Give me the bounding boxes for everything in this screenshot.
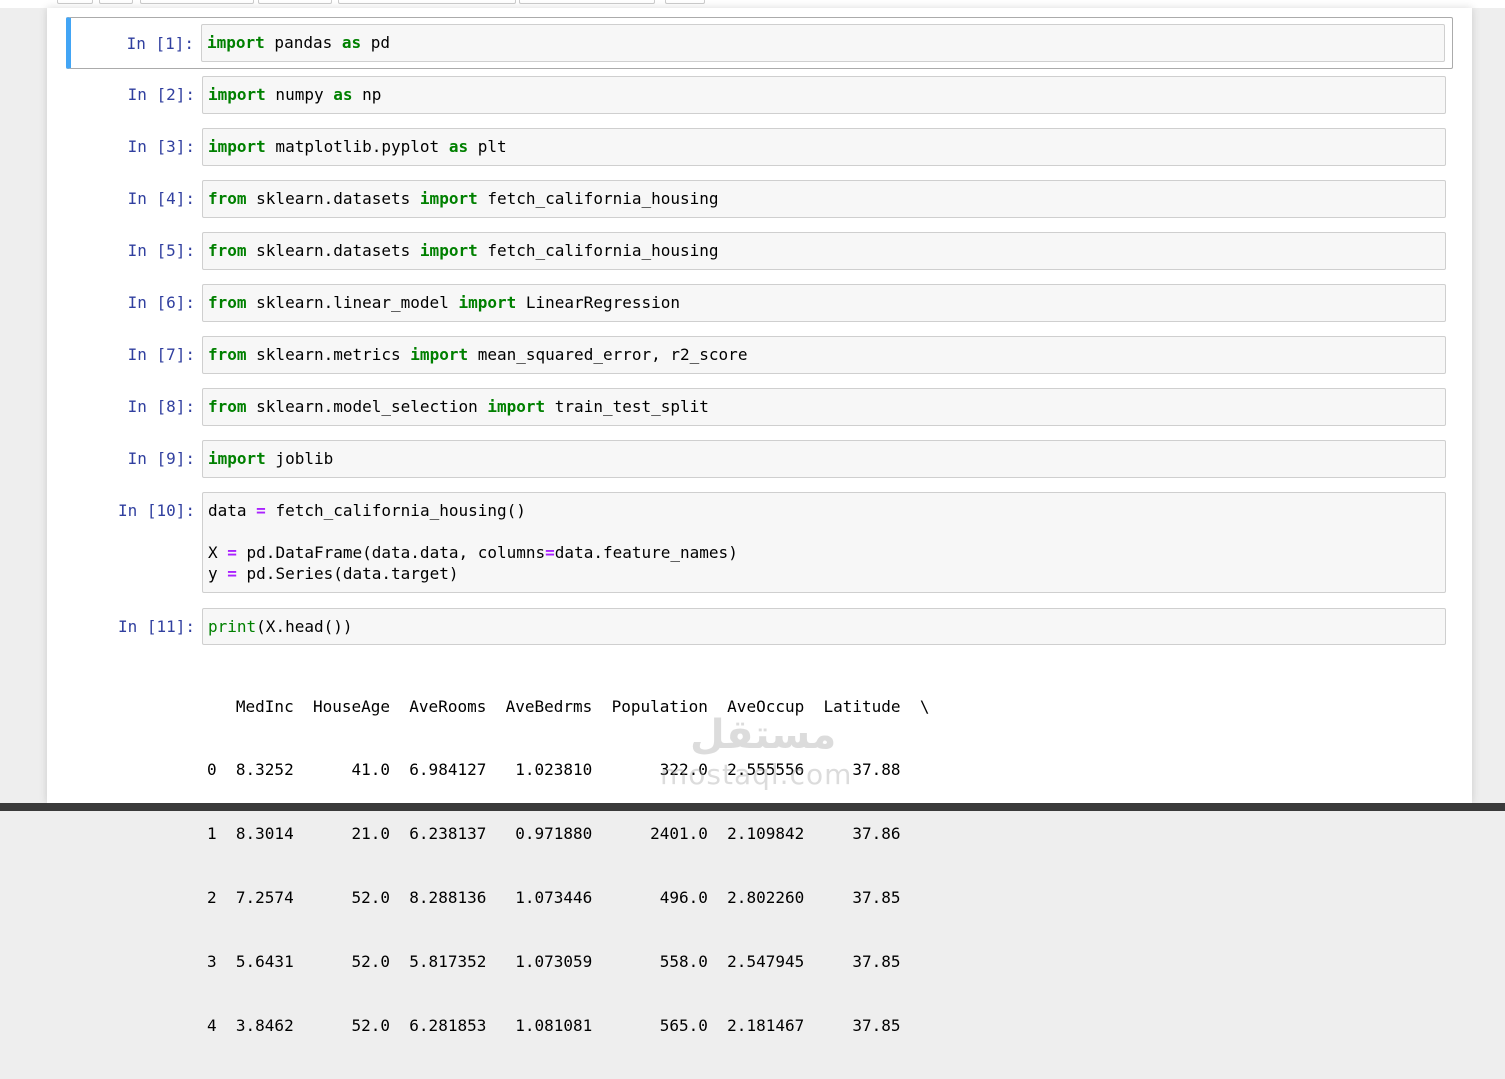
code-input[interactable]: from sklearn.linear_model import LinearR…	[202, 284, 1446, 322]
code-cell[interactable]: In [7]: from sklearn.metrics import mean…	[67, 336, 1452, 376]
code-text: plt	[468, 137, 507, 156]
code-keyword: import	[208, 137, 266, 156]
code-input[interactable]: from sklearn.datasets import fetch_calif…	[202, 232, 1446, 270]
code-text: pd.Series(data.target)	[236, 564, 459, 583]
watermark-arabic-text: مستقل	[690, 712, 837, 758]
code-keyword: import	[208, 85, 266, 104]
code-operator: =	[227, 564, 237, 583]
code-keyword: as	[448, 137, 469, 156]
code-text: pd.DataFrame(data.data, columns	[236, 543, 546, 562]
mostaql-watermark: مستقل mostaql.com	[660, 712, 853, 794]
code-text: sklearn.linear_model	[246, 293, 459, 312]
output-row: 4 3.8462 52.0 6.281853 1.081081 565.0 2.…	[207, 1016, 901, 1036]
code-keyword: import	[419, 241, 478, 260]
output-row: 2 7.2574 52.0 8.288136 1.073446 496.0 2.…	[207, 888, 901, 908]
cell-prompt: In [9]:	[127, 449, 195, 468]
code-input[interactable]: import numpy as np	[202, 76, 1446, 114]
toolbar-button[interactable]	[665, 0, 705, 4]
code-cell[interactable]: In [6]: from sklearn.linear_model import…	[67, 284, 1452, 324]
code-text: fetch_california_housing	[477, 189, 719, 208]
code-text: (X.head())	[256, 617, 353, 636]
code-cell[interactable]: In [5]: from sklearn.datasets import fet…	[67, 232, 1452, 272]
code-operator: =	[545, 543, 555, 562]
code-cell[interactable]: In [8]: from sklearn.model_selection imp…	[67, 388, 1452, 428]
toolbar-button[interactable]	[57, 0, 93, 4]
code-operator: =	[256, 501, 266, 520]
code-text: mean_squared_error, r2_score	[468, 345, 748, 364]
code-input[interactable]: from sklearn.model_selection import trai…	[202, 388, 1446, 426]
output-row: 1 8.3014 21.0 6.238137 0.971880 2401.0 2…	[207, 824, 901, 844]
code-input[interactable]: data = fetch_california_housing() X = pd…	[202, 492, 1446, 593]
toolbar-button-group[interactable]	[258, 0, 332, 4]
output-row: 3 5.6431 52.0 5.817352 1.073059 558.0 2.…	[207, 952, 901, 972]
code-cell[interactable]: In [3]: import matplotlib.pyplot as plt	[67, 128, 1452, 168]
code-text: train_test_split	[545, 397, 709, 416]
code-text: sklearn.model_selection	[246, 397, 488, 416]
cell-prompt: In [6]:	[127, 293, 195, 312]
toolbar-button[interactable]	[99, 0, 133, 4]
code-keyword: from	[208, 293, 247, 312]
code-input[interactable]: import pandas as pd	[201, 24, 1445, 62]
code-input[interactable]: print(X.head())	[202, 608, 1446, 645]
code-text: pandas	[264, 33, 342, 52]
code-text: sklearn.metrics	[246, 345, 411, 364]
taskbar-edge	[0, 803, 1505, 811]
code-keyword: from	[208, 397, 247, 416]
code-cell[interactable]: In [2]: import numpy as np	[67, 76, 1452, 116]
code-keyword: from	[208, 345, 247, 364]
code-text: np	[352, 85, 382, 104]
code-text: LinearRegression	[516, 293, 681, 312]
cell-prompt: In [2]:	[127, 85, 195, 104]
code-input[interactable]: import matplotlib.pyplot as plt	[202, 128, 1446, 166]
code-text: joblib	[265, 449, 334, 468]
code-input[interactable]: import joblib	[202, 440, 1446, 478]
cell-prompt: In [7]:	[127, 345, 195, 364]
code-keyword: from	[208, 189, 247, 208]
code-text: matplotlib.pyplot	[265, 137, 449, 156]
code-text: numpy	[265, 85, 334, 104]
code-keyword: import	[458, 293, 517, 312]
code-keyword: import	[487, 397, 546, 416]
code-text: fetch_california_housing	[477, 241, 719, 260]
code-input[interactable]: from sklearn.datasets import fetch_calif…	[202, 180, 1446, 218]
code-text: sklearn.datasets	[246, 189, 420, 208]
code-builtin: print	[208, 617, 257, 636]
notebook-container: In [1]: import pandas as pd In [2]: impo…	[47, 8, 1472, 1035]
code-keyword: from	[208, 241, 247, 260]
cell-prompt: In [10]:	[117, 501, 195, 520]
code-cell[interactable]: In [9]: import joblib	[67, 440, 1452, 480]
cell-prompt: In [3]:	[127, 137, 195, 156]
toolbar-button-group[interactable]	[140, 0, 254, 4]
code-text: data	[208, 501, 257, 520]
cell-type-select[interactable]	[519, 0, 655, 4]
code-operator: =	[227, 543, 237, 562]
code-keyword: import	[419, 189, 478, 208]
code-text: pd	[361, 33, 391, 52]
code-keyword: import	[208, 449, 266, 468]
code-cell[interactable]: In [1]: import pandas as pd	[66, 17, 1453, 69]
watermark-latin-text: mostaql.com	[660, 758, 853, 791]
cell-prompt: In [1]:	[126, 34, 194, 53]
code-keyword: import	[410, 345, 469, 364]
notebook-toolbar	[0, 0, 1505, 8]
code-input[interactable]: from sklearn.metrics import mean_squared…	[202, 336, 1446, 374]
code-cell[interactable]: In [4]: from sklearn.datasets import fet…	[67, 180, 1452, 220]
code-keyword: import	[207, 33, 265, 52]
toolbar-button-group[interactable]	[338, 0, 516, 4]
cell-prompt: In [4]:	[127, 189, 195, 208]
code-keyword: as	[333, 85, 353, 104]
code-text: sklearn.datasets	[246, 241, 420, 260]
code-cell[interactable]: In [10]: data = fetch_california_housing…	[67, 492, 1452, 593]
code-keyword: as	[341, 33, 362, 52]
cell-prompt: In [11]:	[117, 617, 195, 636]
cell-prompt: In [5]:	[127, 241, 195, 260]
cell-prompt: In [8]:	[127, 397, 195, 416]
